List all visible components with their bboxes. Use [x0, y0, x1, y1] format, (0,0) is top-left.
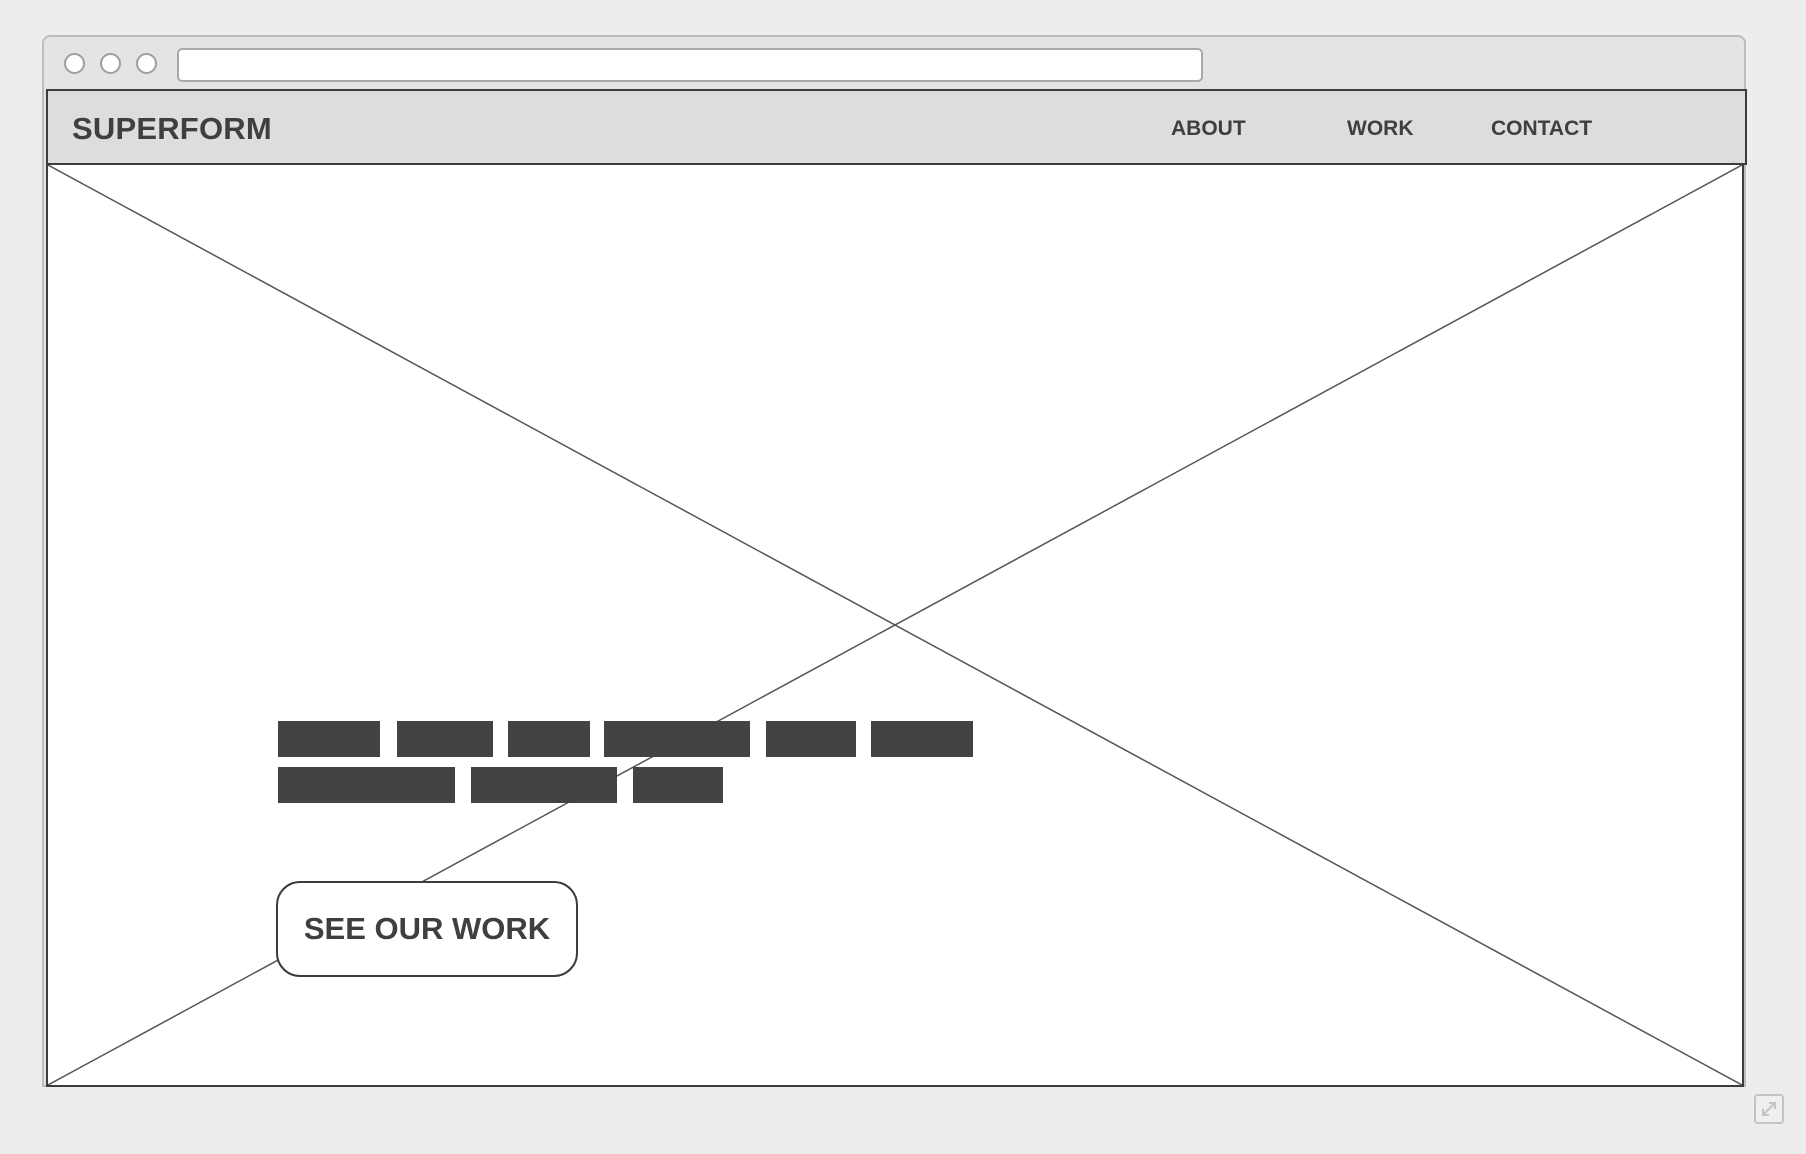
nav-about-link[interactable]: ABOUT	[1171, 117, 1246, 141]
maximize-window-dot[interactable]	[136, 53, 157, 74]
text-placeholder-block	[278, 767, 455, 803]
text-placeholder-block	[633, 767, 723, 803]
see-our-work-button[interactable]: SEE OUR WORK	[276, 881, 578, 977]
minimize-window-dot[interactable]	[100, 53, 121, 74]
text-placeholder-block	[471, 767, 617, 803]
text-placeholder-block	[278, 721, 380, 757]
address-bar[interactable]	[177, 48, 1203, 82]
close-window-dot[interactable]	[64, 53, 85, 74]
site-header: SUPERFORM ABOUT WORK CONTACT	[46, 89, 1747, 165]
expand-arrow-icon	[1762, 1102, 1776, 1116]
text-placeholder-block	[397, 721, 493, 757]
text-placeholder-block	[871, 721, 973, 757]
browser-title-bar	[44, 37, 1744, 89]
text-placeholder-block	[766, 721, 856, 757]
site-logo[interactable]: SUPERFORM	[72, 111, 272, 147]
nav-contact-link[interactable]: CONTACT	[1491, 117, 1592, 141]
expand-icon[interactable]	[1754, 1094, 1784, 1124]
text-placeholder-block	[604, 721, 750, 757]
text-placeholder-block	[508, 721, 590, 757]
nav-work-link[interactable]: WORK	[1347, 117, 1414, 141]
